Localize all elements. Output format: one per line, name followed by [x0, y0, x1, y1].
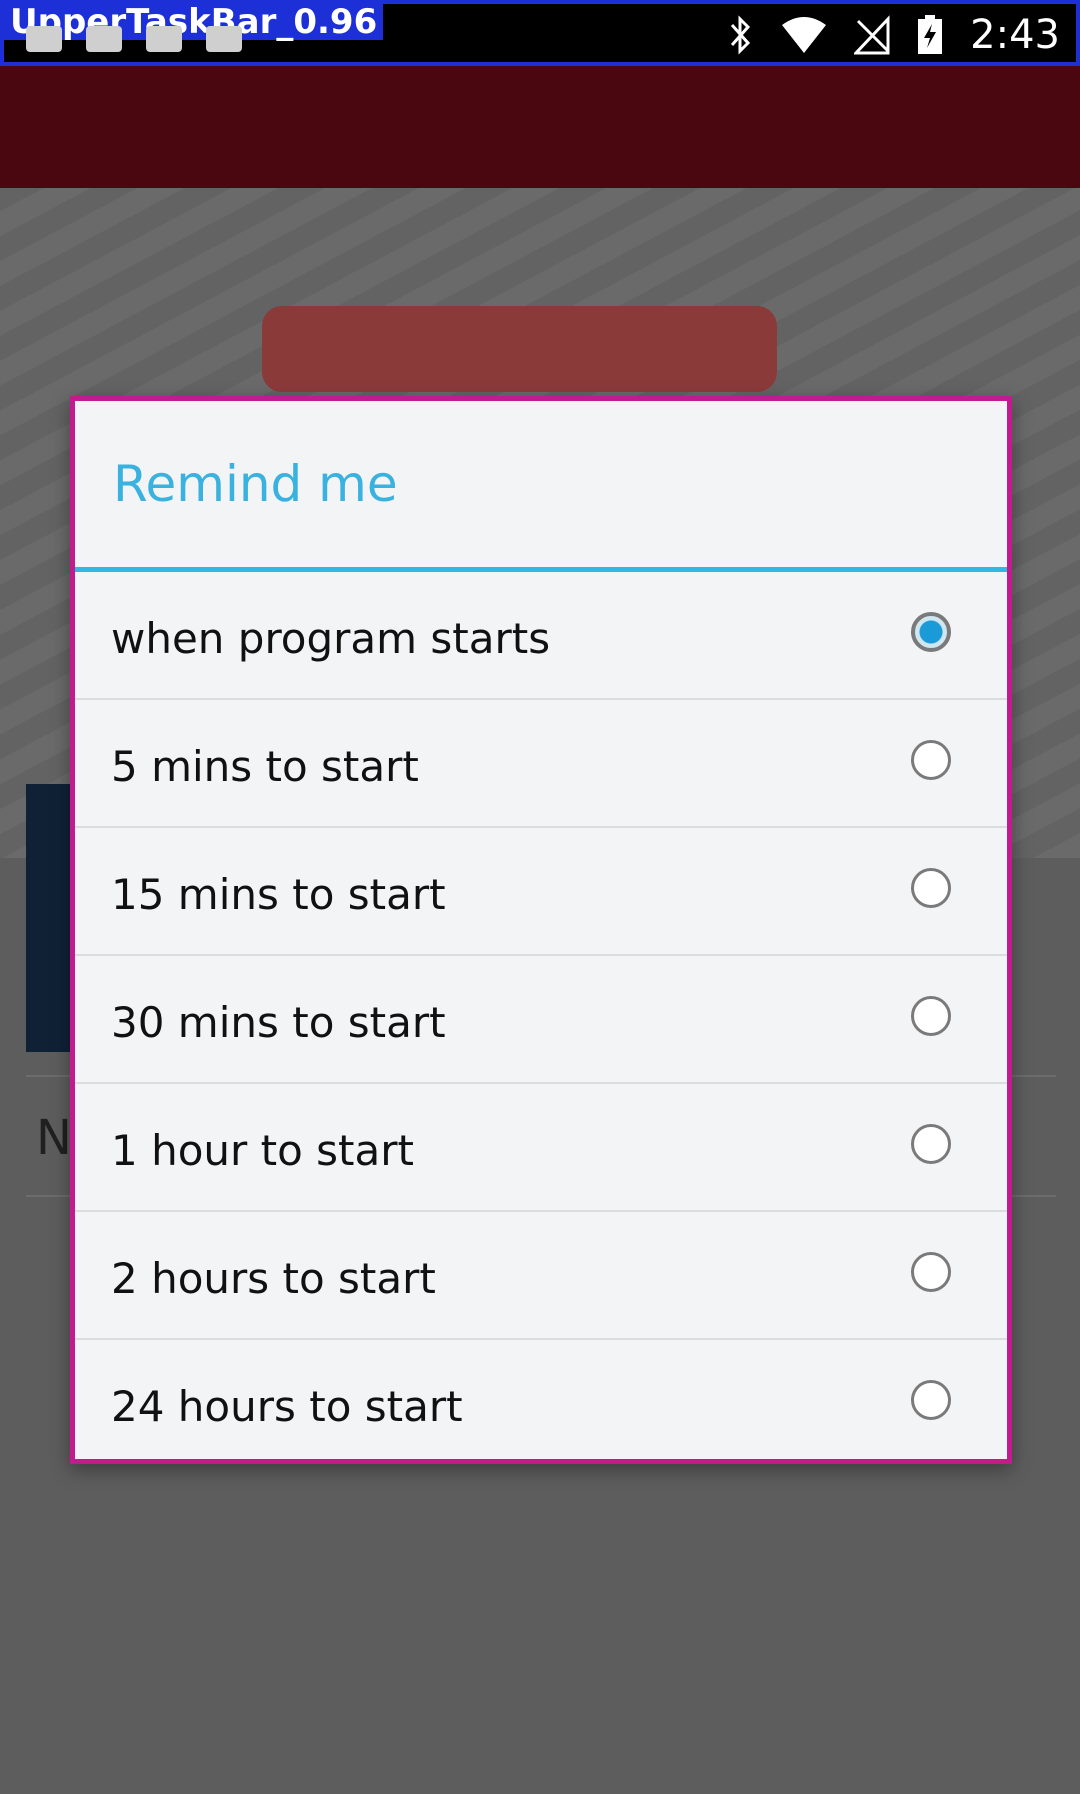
radio-button-checked[interactable] [911, 612, 951, 652]
option-label: 5 mins to start [111, 742, 419, 791]
wifi-icon [782, 17, 827, 53]
radio-button[interactable] [911, 1124, 951, 1164]
option-label: 24 hours to start [111, 1382, 463, 1431]
option-24-hours[interactable]: 24 hours to start [75, 1340, 1007, 1466]
radio-button[interactable] [911, 740, 951, 780]
dialog-title: Remind me [113, 455, 398, 513]
option-30-mins[interactable]: 30 mins to start [75, 956, 1007, 1084]
notification-app-icon [206, 26, 242, 52]
notification-app-icon [86, 26, 122, 52]
battery-charging-icon [918, 15, 943, 54]
option-1-hour[interactable]: 1 hour to start [75, 1084, 1007, 1212]
app-header [0, 66, 1080, 188]
radio-button[interactable] [911, 1380, 951, 1420]
status-icons: 2:43 [728, 12, 1060, 58]
banner-highlight [262, 306, 777, 392]
option-label: 30 mins to start [111, 998, 446, 1047]
radio-button[interactable] [911, 996, 951, 1036]
bluetooth-icon [731, 15, 751, 55]
option-label: 2 hours to start [111, 1254, 436, 1303]
option-15-mins[interactable]: 15 mins to start [75, 828, 1007, 956]
notification-app-icon [26, 26, 62, 52]
no-signal-icon [854, 15, 890, 55]
notification-app-icon [146, 26, 182, 52]
radio-button[interactable] [911, 1252, 951, 1292]
option-label: 15 mins to start [111, 870, 446, 919]
option-label: 1 hour to start [111, 1126, 414, 1175]
option-5-mins[interactable]: 5 mins to start [75, 700, 1007, 828]
radio-button[interactable] [911, 868, 951, 908]
status-bar: UpperTaskBar_0.96 2:43 [0, 0, 1080, 66]
option-when-program-starts[interactable]: when program starts [75, 572, 1007, 700]
dialog-header: Remind me [75, 401, 1007, 567]
background-text: N [36, 1110, 72, 1166]
thumbnail-image [26, 784, 72, 1052]
option-label: when program starts [111, 614, 551, 663]
remind-me-dialog: Remind me when program starts 5 mins to … [70, 396, 1012, 1464]
notification-icons [26, 26, 242, 52]
clock: 2:43 [970, 12, 1060, 58]
option-2-hours[interactable]: 2 hours to start [75, 1212, 1007, 1340]
